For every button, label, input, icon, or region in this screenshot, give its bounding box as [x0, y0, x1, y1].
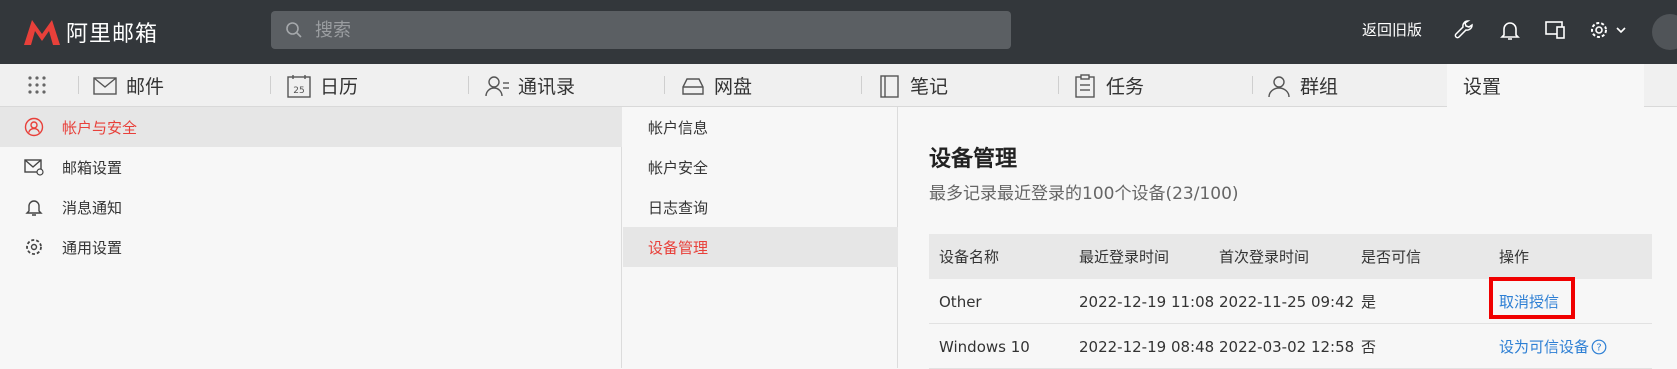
help-icon[interactable]: ? [1591, 339, 1607, 355]
sidebar-item-label: 通用设置 [62, 238, 123, 257]
header-action: 操作 [1499, 248, 1530, 266]
nav-divider [270, 76, 271, 94]
page-title: 设备管理 [929, 147, 1018, 172]
device-name: Windows 10 [939, 337, 1030, 356]
user-circle-icon [24, 117, 44, 137]
sidebar-item-account-security[interactable]: 帐户与安全 [0, 107, 622, 147]
tab-groups[interactable]: 群组 [1266, 64, 1338, 107]
settings-sidebar: 帐户与安全 邮箱设置 消息通知 通用设置 [0, 107, 622, 368]
tab-netdisk-label: 网盘 [714, 76, 753, 98]
set-trusted-link[interactable]: 设为可信设备 [1499, 336, 1589, 357]
header-last-login: 最近登录时间 [1079, 248, 1170, 266]
table-header: 设备名称 最近登录时间 首次登录时间 是否可信 操作 [929, 234, 1652, 279]
calendar-icon: 25 [287, 74, 311, 98]
submenu-item-account-info[interactable]: 帐户信息 [623, 107, 898, 147]
calendar-day: 25 [293, 86, 304, 96]
gear-icon[interactable] [1587, 18, 1611, 42]
tab-mail[interactable]: 邮件 [92, 64, 164, 107]
mail-icon [93, 76, 117, 95]
clipboard-icon [1075, 73, 1095, 98]
nav-divider [664, 76, 665, 94]
first-login-time: 2022-03-02 12:58 [1219, 337, 1355, 356]
notebook-icon [880, 74, 899, 98]
header-device-name: 设备名称 [939, 248, 1000, 266]
chevron-down-icon[interactable] [1614, 18, 1628, 42]
nav-divider [468, 76, 469, 94]
tab-notes[interactable]: 笔记 [876, 64, 948, 107]
nav-divider [1058, 76, 1059, 94]
avatar[interactable] [1652, 14, 1677, 50]
submenu-item-device-management[interactable]: 设备管理 [623, 227, 898, 267]
set-trusted-action: 设为可信设备 ? [1499, 324, 1607, 369]
tab-contacts-label: 通讯录 [518, 76, 576, 98]
top-bar: 阿里邮箱 返回旧版 [0, 0, 1677, 64]
trusted-status: 是 [1361, 293, 1377, 311]
bell-icon [25, 200, 43, 216]
submenu-item-account-security[interactable]: 帐户安全 [623, 147, 898, 187]
search-input[interactable] [315, 19, 995, 41]
disk-icon [682, 77, 704, 95]
tab-settings[interactable]: 设置 [1447, 64, 1644, 107]
tab-calendar[interactable]: 25 日历 [286, 64, 358, 107]
mail-settings-icon [24, 159, 44, 176]
return-old-version-link[interactable]: 返回旧版 [1362, 19, 1422, 40]
account-submenu: 帐户信息 帐户安全 日志查询 设备管理 [623, 107, 898, 368]
wrench-icon[interactable] [1452, 18, 1476, 42]
device-name: Other [939, 292, 982, 311]
tab-calendar-label: 日历 [320, 76, 359, 98]
group-icon [1268, 75, 1290, 97]
page-subtitle: 最多记录最近登录的100个设备(23/100) [929, 184, 1239, 204]
last-login-time: 2022-12-19 11:08 [1079, 292, 1215, 311]
tab-settings-label: 设置 [1463, 76, 1502, 98]
module-nav: 邮件 25 日历 通讯录 网盘 笔记 任务 群组 设置 [0, 64, 1677, 107]
nav-divider [861, 76, 862, 94]
sidebar-item-mailbox-settings[interactable]: 邮箱设置 [0, 147, 622, 187]
gear-icon [26, 239, 42, 255]
sidebar-item-general-settings[interactable]: 通用设置 [0, 227, 622, 267]
tab-notes-label: 笔记 [910, 76, 949, 98]
sidebar-item-label: 帐户与安全 [62, 118, 138, 137]
contacts-icon [485, 75, 509, 96]
sidebar-item-label: 邮箱设置 [62, 158, 123, 177]
sidebar-item-notifications[interactable]: 消息通知 [0, 187, 622, 227]
nav-divider [78, 76, 79, 94]
table-row: Windows 10 2022-12-19 08:48 2022-03-02 1… [929, 324, 1652, 369]
header-trusted: 是否可信 [1361, 248, 1422, 266]
devices-icon[interactable] [1543, 18, 1567, 42]
highlight-box [1489, 277, 1575, 319]
header-first-login: 首次登录时间 [1219, 248, 1310, 266]
trusted-status: 否 [1361, 338, 1377, 356]
logo-m-icon [24, 20, 60, 45]
search-bar[interactable] [271, 11, 1011, 49]
submenu-item-log-query[interactable]: 日志查询 [623, 187, 898, 227]
first-login-time: 2022-11-25 09:42 [1219, 292, 1355, 311]
last-login-time: 2022-12-19 08:48 [1079, 337, 1215, 356]
bell-icon[interactable] [1498, 18, 1522, 42]
tab-mail-label: 邮件 [126, 76, 165, 98]
tab-netdisk[interactable]: 网盘 [680, 64, 752, 107]
tab-contacts[interactable]: 通讯录 [484, 64, 575, 107]
tab-tasks-label: 任务 [1106, 76, 1145, 98]
search-icon [286, 22, 302, 38]
nav-divider [1252, 76, 1253, 94]
app-grid-icon[interactable] [26, 74, 48, 96]
sidebar-item-label: 消息通知 [62, 198, 123, 217]
logo-text: 阿里邮箱 [66, 22, 159, 47]
device-management-panel: 设备管理 最多记录最近登录的100个设备(23/100) 设备名称 最近登录时间… [899, 107, 1677, 369]
tab-groups-label: 群组 [1300, 76, 1339, 98]
svg-text:?: ? [1596, 342, 1601, 353]
tab-tasks[interactable]: 任务 [1072, 64, 1144, 107]
logo[interactable]: 阿里邮箱 [22, 16, 158, 48]
